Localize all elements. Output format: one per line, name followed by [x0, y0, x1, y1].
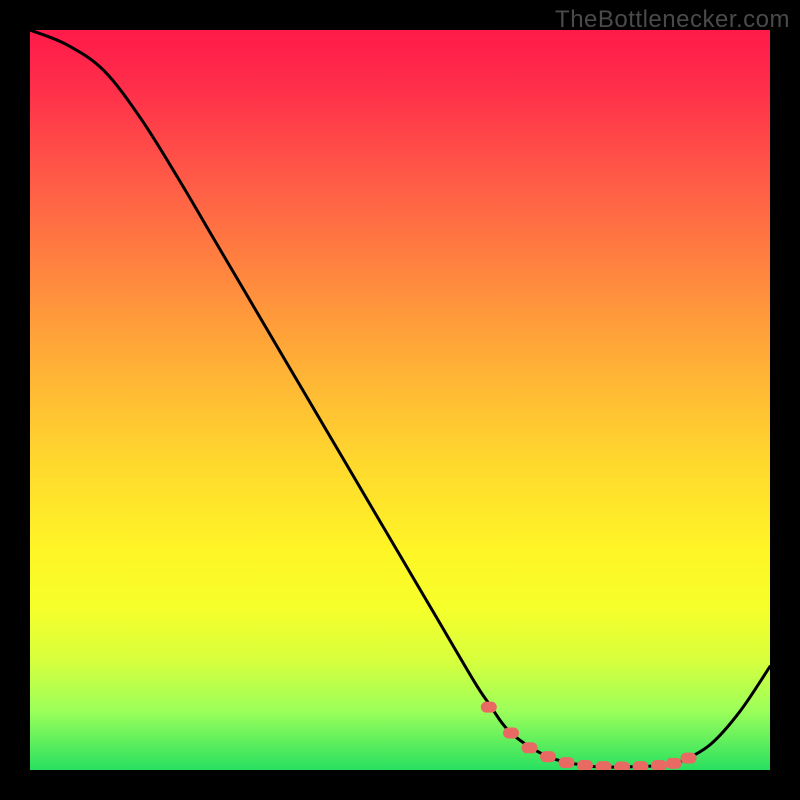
- curve-marker: [522, 742, 538, 753]
- watermark-text: TheBottlenecker.com: [555, 6, 790, 34]
- curve-marker: [481, 702, 497, 713]
- curve-marker: [614, 762, 630, 770]
- curve-marker: [633, 761, 649, 770]
- chart-stage: TheBottlenecker.com: [0, 0, 800, 800]
- curve-marker: [559, 757, 575, 768]
- bottleneck-curve: [30, 30, 770, 767]
- plot-area: [30, 30, 770, 770]
- curve-marker: [681, 753, 697, 764]
- curve-marker: [577, 760, 593, 770]
- curve-marker: [540, 751, 556, 762]
- curve-marker: [666, 758, 682, 769]
- curve-markers: [481, 702, 697, 770]
- curve-marker: [503, 728, 519, 739]
- curve-marker: [651, 760, 667, 770]
- curve-marker: [596, 761, 612, 770]
- curve-layer: [30, 30, 770, 770]
